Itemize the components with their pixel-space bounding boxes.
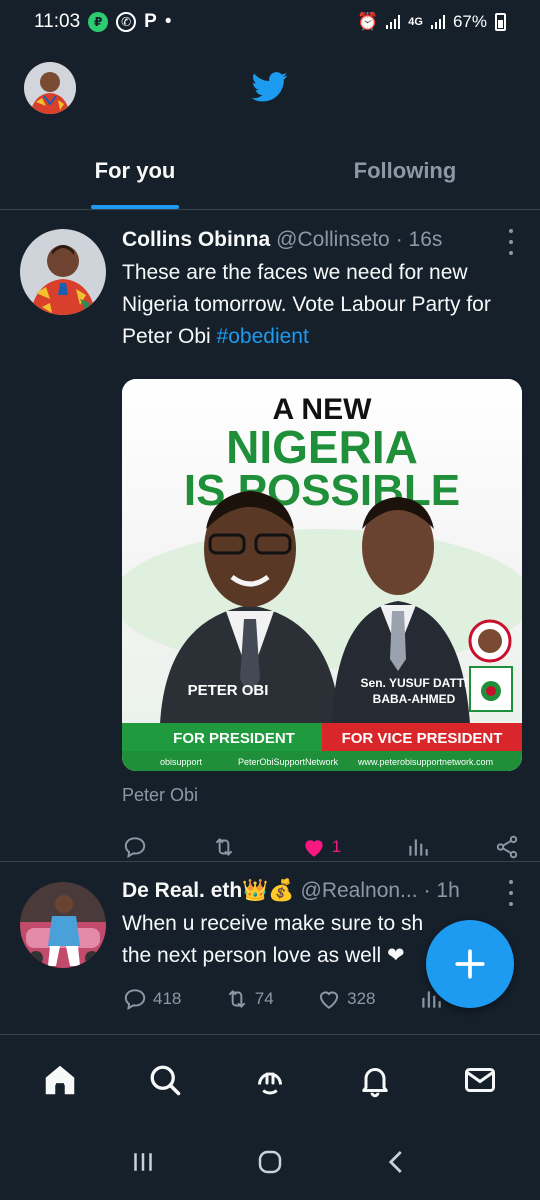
author-handle[interactable]: @Realnon... [301,879,418,903]
role-1-label: FOR PRESIDENT [173,730,295,747]
alarm-icon: ⏰ [357,12,379,31]
views-icon [408,839,428,856]
app-header [0,44,540,132]
labour-party-badge [468,619,513,712]
media-caption[interactable]: Peter Obi [122,785,520,806]
tweet-media-image[interactable]: A NEW NIGERIA IS POSSIBLE PETER OBI Sen.… [122,379,522,771]
tweet-body: Collins Obinna @Collinseto · 16s These a… [122,225,522,862]
bottom-navigation [0,1034,540,1124]
tweet-actions: 418 74 328 7,67 [122,984,482,1014]
like-button[interactable]: 1 [301,834,341,860]
timeline-tabs: For you Following [0,132,540,210]
whatsapp-icon: ✆ [116,12,137,32]
tab-following[interactable]: Following [270,132,540,209]
more-options-icon[interactable] [502,229,520,255]
compose-tweet-button[interactable] [426,920,514,1008]
more-options-icon[interactable] [502,880,520,906]
author-name[interactable]: Collins Obinna [122,228,270,252]
status-bar: 11:03 ₽ ✆ P • ⏰ 4G 67% [0,0,540,44]
messages-icon [464,1067,495,1092]
notification-p-icon: P [144,11,157,32]
poster-footer-1: obisupport [160,757,203,767]
status-right: ⏰ 4G 67% [357,12,506,32]
tab-indicator [91,205,179,209]
spaces-icon [257,1072,282,1094]
heart-filled-icon [305,840,323,857]
tweet-time: · 16s [395,228,443,251]
search-icon [150,1065,181,1095]
retweet-count: 74 [254,989,274,1008]
candidate-2-name-line2: BABA-AHMED [373,692,456,706]
recent-apps-icon[interactable] [128,1147,158,1177]
bird-icon[interactable] [252,72,288,102]
reply-count: 418 [153,989,182,1008]
nav-messages[interactable] [455,1055,505,1105]
like-count: 1 [331,837,342,856]
reply-icon [124,989,146,1011]
poster-footer-3: www.peterobisupportnetwork.com [357,757,493,767]
retweet-button[interactable] [211,834,237,860]
notifications-icon [362,1067,388,1097]
share-button[interactable] [494,834,520,860]
reply-icon [124,837,146,859]
hashtag-link[interactable]: #obedient [217,325,309,348]
share-icon [496,835,518,859]
profile-avatar[interactable] [24,62,76,114]
home-system-icon[interactable] [255,1147,285,1177]
tweet-time: · 1h [423,879,460,902]
author-handle[interactable]: @Collinseto [276,228,390,252]
retweet-icon [228,990,246,1008]
nav-home[interactable] [35,1055,85,1105]
candidate-2-name-line1: Sen. YUSUF DATTI [361,676,468,690]
campaign-poster: A NEW NIGERIA IS POSSIBLE PETER OBI Sen.… [122,379,522,771]
like-button[interactable]: 328 [316,986,375,1012]
role-2-label: FOR VICE PRESIDENT [342,730,503,747]
network-type: 4G [408,16,423,28]
heart-icon [320,991,339,1009]
status-time: 11:03 [34,11,81,32]
retweet-icon [216,838,233,856]
tab-label: For you [94,157,176,183]
poster-footer-2: PeterObiSupportNetwork [238,757,339,767]
views-button[interactable] [405,834,431,860]
tweet-header: De Real. eth👑💰 @Realnon... · 1h [122,876,520,906]
nav-spaces[interactable] [245,1055,295,1105]
reply-button[interactable] [122,834,148,860]
tweet-actions: 1 [122,832,520,862]
reply-button[interactable]: 418 [122,986,181,1012]
status-left: 11:03 ₽ ✆ P • [34,11,171,33]
avatar[interactable] [20,882,106,968]
signal-icon-2 [430,15,445,29]
tweet-text: These are the faces we need for new Nige… [122,257,520,353]
nav-search[interactable] [140,1055,190,1105]
battery-percent: 67% [452,12,487,31]
home-icon [46,1065,75,1094]
tab-label: Following [353,157,457,183]
author-name[interactable]: De Real. eth👑💰 [122,879,295,903]
avatar[interactable] [20,229,106,315]
payment-app-icon: ₽ [88,12,109,32]
notification-dot: • [164,11,172,32]
plus-icon [455,949,485,979]
nav-notifications[interactable] [350,1055,400,1105]
retweet-button[interactable]: 74 [224,986,274,1012]
system-navigation [0,1124,540,1200]
tweet-header: Collins Obinna @Collinseto · 16s [122,225,520,255]
tab-for-you[interactable]: For you [0,132,270,209]
candidate-1-name: PETER OBI [188,682,269,699]
tweet[interactable]: Collins Obinna @Collinseto · 16s These a… [0,211,540,861]
like-count: 328 [347,989,376,1008]
signal-icon [386,15,401,29]
back-icon[interactable] [382,1147,412,1177]
battery-icon [495,13,506,31]
